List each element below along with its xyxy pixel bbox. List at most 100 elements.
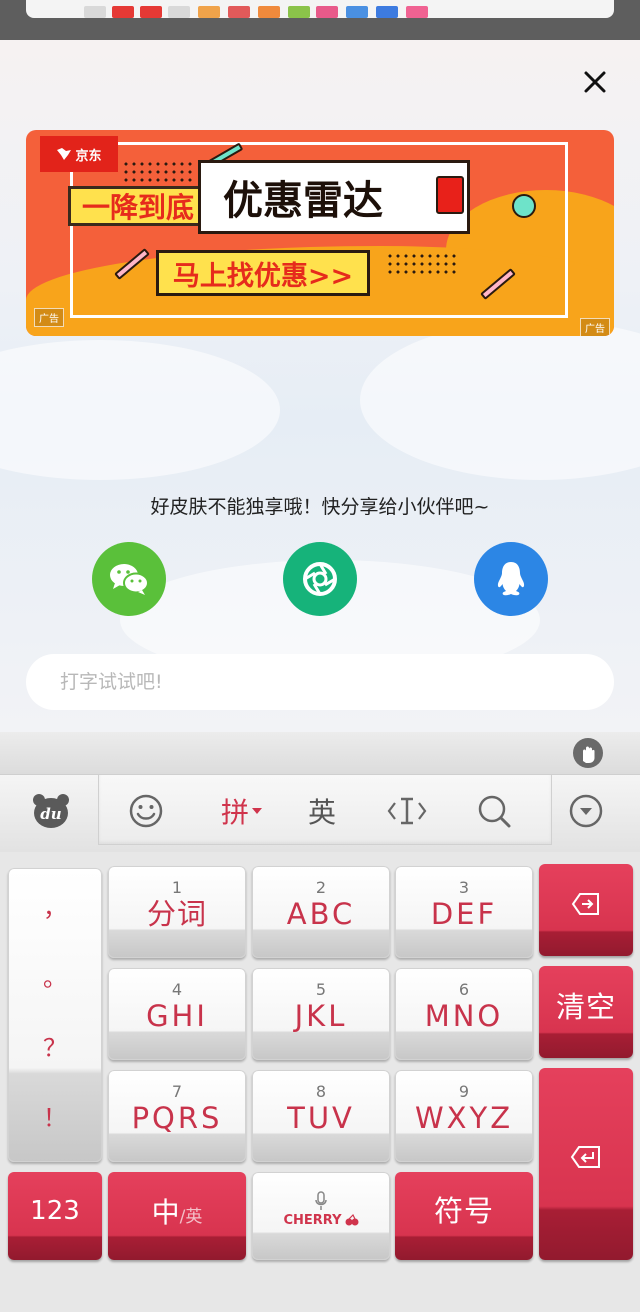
ad-decoration [512, 194, 536, 218]
bookmark-icon[interactable] [346, 6, 368, 18]
search-button[interactable] [474, 789, 514, 833]
symbol-label: 符号 [433, 1194, 494, 1228]
jd-logo-text: 京东 [75, 148, 102, 164]
collapse-icon [569, 794, 603, 828]
lang-main-label: 中 [151, 1196, 180, 1229]
wechat-icon [110, 564, 149, 595]
key-label: PQRS [131, 1101, 223, 1135]
key-number: 9 [458, 1082, 470, 1101]
close-icon [584, 71, 606, 93]
ad-banner[interactable]: 京东 一降到底 优惠雷达 马上找优惠>> 广告 广告 [26, 130, 614, 336]
language-toggle-key[interactable]: 中 /英 [108, 1172, 246, 1260]
pinyin-label: 拼 [220, 796, 249, 829]
language-toggle-label: 中 /英 [152, 1191, 203, 1231]
key-1[interactable]: 1 分词 [108, 866, 246, 958]
key-number: 5 [315, 980, 327, 999]
key-8[interactable]: 8 TUV [252, 1070, 390, 1162]
bookmark-icon[interactable] [376, 6, 398, 18]
space-key-content: 0 CHERRY [283, 1190, 359, 1228]
bookmark-icon[interactable] [112, 6, 134, 18]
cherry-logo-icon [345, 1214, 359, 1226]
emoji-button[interactable] [126, 789, 166, 833]
key-6[interactable]: 6 MNO [395, 968, 533, 1060]
du-logo-icon: du [33, 794, 69, 828]
cursor-icon [387, 797, 427, 825]
close-button[interactable] [577, 64, 613, 100]
english-label: 英 [307, 796, 336, 829]
bookmark-icon[interactable] [168, 6, 190, 18]
backspace-icon [571, 893, 599, 915]
key-number: 4 [171, 980, 183, 999]
key-number: 7 [171, 1082, 183, 1101]
keyboard-top-bar [0, 732, 640, 774]
key-7[interactable]: 7 PQRS [108, 1070, 246, 1162]
svg-text:du: du [40, 805, 61, 823]
cursor-button[interactable] [384, 789, 430, 833]
background-cloud [0, 340, 280, 480]
microphone-icon [315, 1190, 327, 1210]
bookmark-icon[interactable] [316, 6, 338, 18]
key-5[interactable]: 5 JKL [252, 968, 390, 1060]
punctuation-key[interactable]: ， 。 ？ ！ [8, 868, 102, 1162]
text-input[interactable] [26, 654, 614, 710]
bookmark-icon[interactable] [140, 6, 162, 18]
du-logo-button[interactable]: du [28, 789, 74, 833]
key-4[interactable]: 4 GHI [108, 968, 246, 1060]
handwriting-button[interactable] [572, 737, 604, 769]
lang-sub-label: /英 [179, 1207, 203, 1227]
number-mode-label: 123 [30, 1196, 80, 1226]
ad-tag: 广告 [580, 318, 610, 336]
bookmark-icon[interactable] [406, 6, 428, 18]
search-icon [478, 795, 511, 828]
symbol-key[interactable]: 符号 [395, 1172, 533, 1260]
key-number: 1 [171, 878, 183, 897]
ad-tag: 广告 [34, 308, 64, 327]
bookmark-icon[interactable] [258, 6, 280, 18]
punct-exclaim[interactable]: ！ [8, 1098, 102, 1133]
cherry-brand: CHERRY [283, 1213, 359, 1228]
key-label: 分词 [146, 897, 207, 931]
share-page: 京东 一降到底 优惠雷达 马上找优惠>> 广告 广告 好皮肤不能独享哦！快分享给… [0, 40, 640, 732]
number-mode-key[interactable]: 123 [8, 1172, 102, 1260]
jd-dog-icon [57, 148, 72, 160]
key-2[interactable]: 2 ABC [252, 866, 390, 958]
ad-dots [122, 160, 192, 186]
share-qq-button[interactable] [474, 542, 548, 616]
key-label: GHI [146, 999, 208, 1033]
qq-icon [497, 562, 525, 596]
bookmark-icon[interactable] [84, 6, 106, 18]
share-moments-button[interactable] [283, 542, 357, 616]
jd-logo: 京东 [40, 136, 118, 172]
punct-period[interactable]: 。 [8, 958, 102, 993]
key-label: WXYZ [414, 1101, 514, 1135]
share-wechat-button[interactable] [92, 542, 166, 616]
ad-cta[interactable]: 马上找优惠>> [156, 250, 370, 296]
enter-icon [570, 1146, 600, 1168]
space-key[interactable]: 0 CHERRY [252, 1172, 390, 1260]
bookmark-icon[interactable] [288, 6, 310, 18]
english-mode-button[interactable]: 英 [300, 789, 344, 833]
backspace-key[interactable] [539, 864, 633, 956]
punct-comma[interactable]: ， [8, 888, 102, 923]
pinyin-mode-button[interactable]: 拼 [214, 789, 270, 833]
share-title: 好皮肤不能独享哦！快分享给小伙伴吧~ [150, 496, 490, 518]
ad-headline-main: 优惠雷达 [198, 160, 470, 234]
clear-key[interactable]: 清空 [539, 966, 633, 1058]
browser-bar [26, 0, 614, 18]
ad-dots [386, 252, 456, 278]
punct-question[interactable]: ？ [8, 1028, 102, 1063]
bookmark-icon[interactable] [198, 6, 220, 18]
key-number: 3 [458, 878, 470, 897]
key-3[interactable]: 3 DEF [395, 866, 533, 958]
collapse-keyboard-button[interactable] [566, 789, 606, 833]
key-label: DEF [430, 897, 498, 931]
key-number: 8 [315, 1082, 327, 1101]
key-9[interactable]: 9 WXYZ [395, 1070, 533, 1162]
dropdown-arrow-icon [252, 808, 262, 814]
key-label: ABC [286, 897, 356, 931]
enter-key[interactable] [539, 1068, 633, 1260]
bookmark-icon[interactable] [228, 6, 250, 18]
key-number: 6 [458, 980, 470, 999]
key-label: JKL [294, 999, 348, 1033]
key-label: TUV [287, 1101, 355, 1135]
